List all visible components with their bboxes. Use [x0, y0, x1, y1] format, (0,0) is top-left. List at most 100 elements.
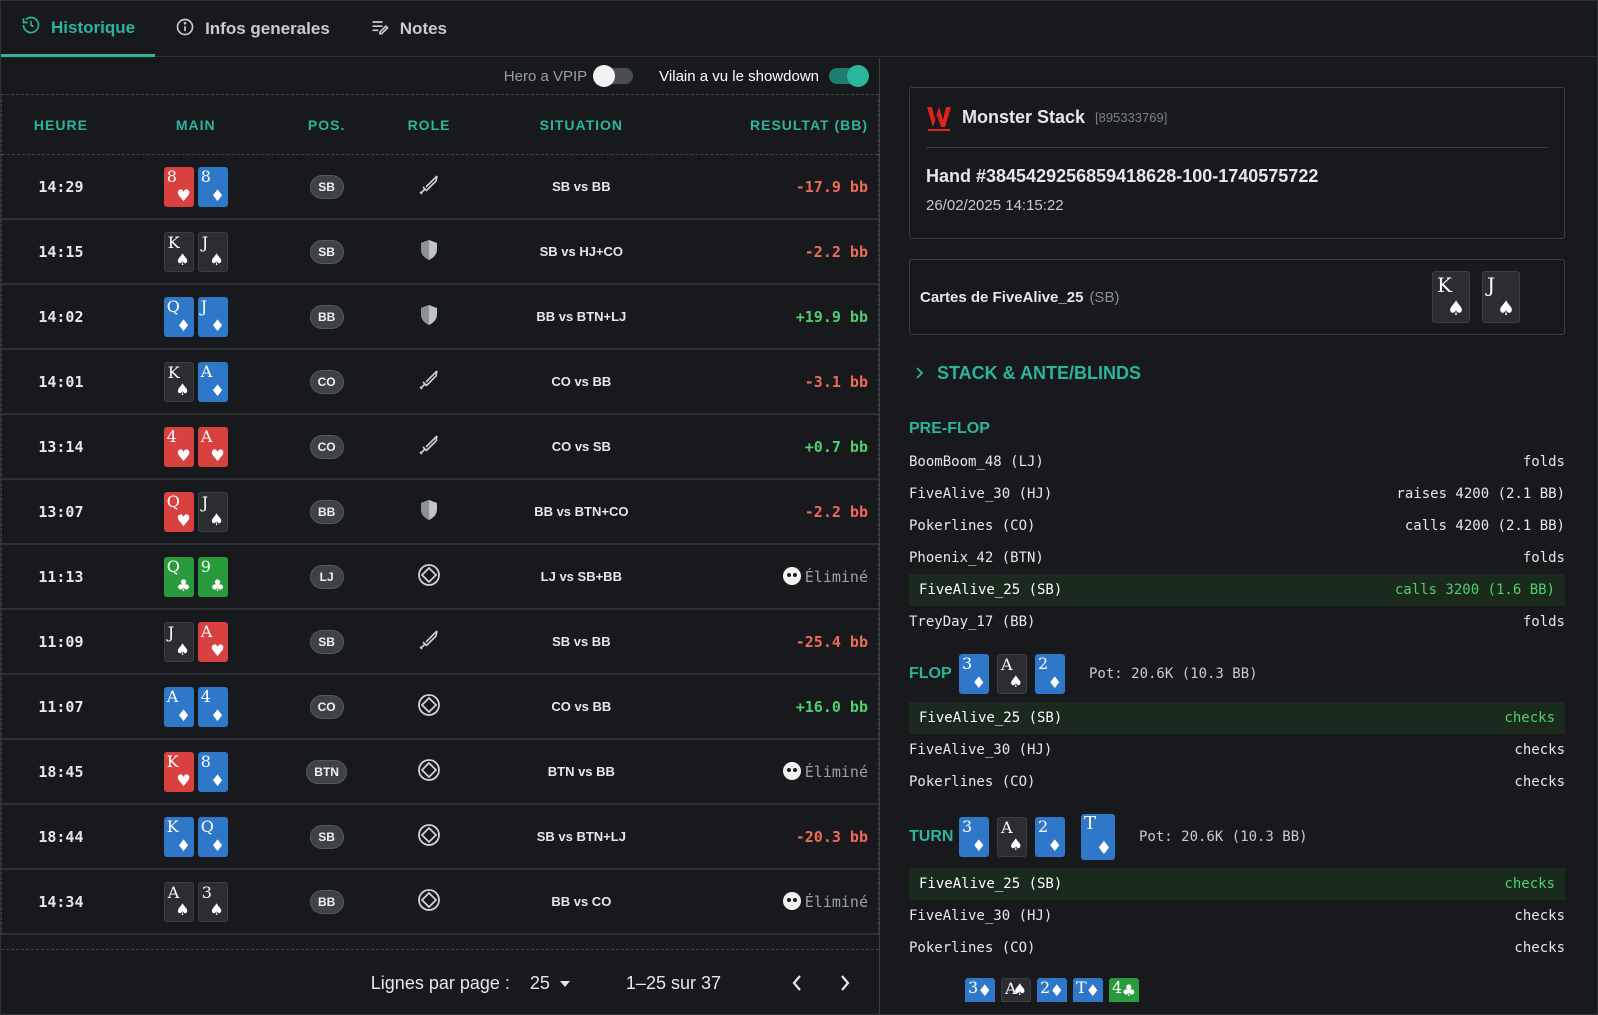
next-page-button[interactable] — [833, 971, 857, 995]
prev-page-button[interactable] — [785, 971, 809, 995]
turn-header: TURN 3 ♦ A ♠ 2 ♦ T ♦ Pot: 20.6K (10.3 BB) — [909, 814, 1565, 860]
row-hand: 8 ♥ 8 ♦ — [120, 166, 272, 207]
playing-card: 8 ♦ — [197, 751, 228, 792]
position-badge: SB — [309, 629, 344, 654]
playing-card: K ♠ — [163, 231, 194, 272]
header-heure[interactable]: HEURE — [2, 117, 120, 133]
action-player: Pokerlines (CO) — [909, 774, 1036, 790]
action-player: Pokerlines (CO) — [909, 940, 1036, 956]
preflop-actions: BoomBoom_48 (LJ) folds FiveAlive_30 (HJ) ra… — [909, 446, 1565, 638]
row-hand: Q ♦ J ♦ — [120, 296, 272, 337]
shield-icon — [416, 237, 442, 266]
vpip-switch[interactable] — [593, 65, 634, 87]
stack-ante-blinds-toggle[interactable]: STACK & ANTE/BLINDS — [909, 363, 1565, 384]
target-icon — [416, 822, 442, 851]
position-badge: BTN — [306, 759, 347, 784]
board-card: A ♠ — [997, 817, 1027, 857]
chevron-left-icon — [792, 975, 801, 991]
action-player: FiveAlive_25 (SB) — [919, 876, 1063, 892]
action-row: BoomBoom_48 (LJ) folds — [909, 446, 1565, 478]
row-situation: SB vs HJ+CO — [539, 244, 624, 259]
history-panel: Hero a VPIP Vilain a vu le showdown HEUR… — [1, 58, 880, 1014]
showdown-toggle[interactable]: Vilain a vu le showdown — [659, 65, 869, 87]
tab-label: Notes — [399, 19, 448, 38]
row-hand: K ♠ J ♠ — [120, 231, 272, 272]
playing-card: Q ♦ — [197, 816, 228, 857]
action-row: FiveAlive_25 (SB) checks — [909, 702, 1565, 734]
header-resultat[interactable]: RESULTAT (BB) — [686, 117, 878, 133]
table-row[interactable]: 11:13 Q ♣ 9 ♣ LJ LJ vs SB+BB Éliminé — [2, 545, 878, 610]
vpip-toggle[interactable]: Hero a VPIP — [504, 65, 634, 87]
row-time: 11:13 — [38, 567, 84, 586]
header-pos[interactable]: POS. — [272, 117, 382, 133]
action-text: raises 4200 (2.1 BB) — [1396, 486, 1565, 502]
table-row[interactable]: 14:15 K ♠ J ♠ SB SB vs HJ+CO -2.2 bb — [2, 220, 878, 285]
table-row[interactable]: 11:07 A ♦ 4 ♦ CO CO vs BB +16.0 bb — [2, 675, 878, 740]
position-badge: LJ — [309, 564, 344, 589]
tournament-id: [895333769] — [1095, 110, 1168, 125]
stack-ante-blinds-label: STACK & ANTE/BLINDS — [937, 363, 1141, 383]
row-result: Éliminé — [686, 892, 878, 911]
row-position: BB — [272, 304, 382, 329]
table-row[interactable]: 14:02 Q ♦ J ♦ BB BB vs BTN+LJ +19.9 bb — [2, 285, 878, 350]
tab-infos-generales[interactable]: Infos generales — [155, 1, 350, 57]
row-role — [382, 562, 477, 591]
rows-per-page-select[interactable]: 25 — [530, 973, 572, 994]
board-card: 3 ♦ — [959, 654, 989, 694]
hero-position: (SB) — [1089, 288, 1120, 306]
target-icon — [416, 692, 442, 721]
playing-card: 8 ♦ — [197, 166, 228, 207]
page-range: 1–25 sur 37 — [625, 972, 721, 993]
row-position: SB — [272, 239, 382, 264]
table-row[interactable]: 14:34 A ♠ 3 ♠ BB BB vs CO Éliminé — [2, 870, 878, 935]
row-result: -2.2 bb — [804, 502, 868, 521]
result-text: Éliminé — [804, 893, 868, 911]
tab-historique[interactable]: Historique — [1, 1, 156, 57]
table-row[interactable]: 11:09 J ♠ A ♥ SB SB vs BB -25.4 bb — [2, 610, 878, 675]
tab-label: Historique — [51, 17, 136, 37]
row-time: 14:34 — [38, 892, 84, 911]
table-row[interactable]: 14:01 K ♠ A ♦ CO CO vs BB -3.1 bb — [2, 350, 878, 415]
board-card: A ♠ — [1001, 978, 1031, 1002]
row-position: SB — [272, 174, 382, 199]
action-text: calls 3200 (1.6 BB) — [1394, 582, 1555, 598]
action-row: Pokerlines (CO) checks — [909, 932, 1565, 964]
flop-cards: 3 ♦ A ♠ 2 ♦ — [959, 654, 1065, 694]
action-player: Pokerlines (CO) — [909, 518, 1036, 534]
table-row[interactable]: 18:45 K ♥ 8 ♦ BTN BTN vs BB Éliminé — [2, 740, 878, 805]
flop-header: FLOP 3 ♦ A ♠ 2 ♦ Pot: 20.6K (10.3 BB) — [909, 654, 1565, 694]
table-row[interactable]: 13:14 4 ♥ A ♥ CO CO vs SB +0.7 bb — [2, 415, 878, 480]
header-situation[interactable]: SITUATION — [476, 117, 686, 133]
position-badge: SB — [309, 174, 344, 199]
row-role — [382, 172, 477, 201]
hand-detail-panel: Monster Stack [895333769] Hand #38454292… — [909, 87, 1565, 1002]
hand-date: 26/02/2025 14:15:22 — [926, 197, 1064, 214]
hands-table: HEURE MAIN POS. ROLE SITUATION RESULTAT … — [1, 94, 879, 935]
playing-card: 9 ♣ — [197, 556, 228, 597]
turn-pot: Pot: 20.6K (10.3 BB) — [1139, 829, 1308, 845]
table-row[interactable]: 13:07 Q ♥ J ♠ BB BB vs BTN+CO -2.2 bb — [2, 480, 878, 545]
action-player: Phoenix_42 (BTN) — [909, 550, 1044, 566]
header-role[interactable]: ROLE — [382, 117, 477, 133]
action-player: TreyDay_17 (BB) — [909, 614, 1036, 630]
showdown-switch[interactable] — [829, 65, 869, 87]
target-icon — [416, 562, 442, 591]
action-player: FiveAlive_25 (SB) — [919, 582, 1063, 598]
action-row: Pokerlines (CO) checks — [909, 766, 1565, 798]
row-role — [382, 627, 477, 656]
action-text: checks — [1504, 876, 1555, 892]
sword-icon — [416, 172, 442, 201]
turn-title: TURN — [909, 828, 954, 845]
row-time: 14:02 — [38, 307, 84, 326]
tab-notes[interactable]: Notes — [350, 1, 467, 57]
action-row: Phoenix_42 (BTN) folds — [909, 542, 1565, 574]
table-row[interactable]: 18:44 K ♦ Q ♦ SB SB vs BTN+LJ -20.3 bb — [2, 805, 878, 870]
flop-actions: FiveAlive_25 (SB) checks FiveAlive_30 (HJ)… — [909, 702, 1565, 798]
table-row[interactable]: 14:29 8 ♥ 8 ♦ SB SB vs BB -17.9 bb — [2, 155, 878, 220]
row-time: 11:09 — [38, 632, 84, 651]
playing-card: A ♥ — [197, 426, 228, 467]
header-main[interactable]: MAIN — [120, 117, 272, 133]
shield-icon — [416, 302, 442, 331]
playing-card: Q ♦ — [163, 296, 194, 337]
row-situation: BB vs BTN+CO — [534, 504, 629, 519]
